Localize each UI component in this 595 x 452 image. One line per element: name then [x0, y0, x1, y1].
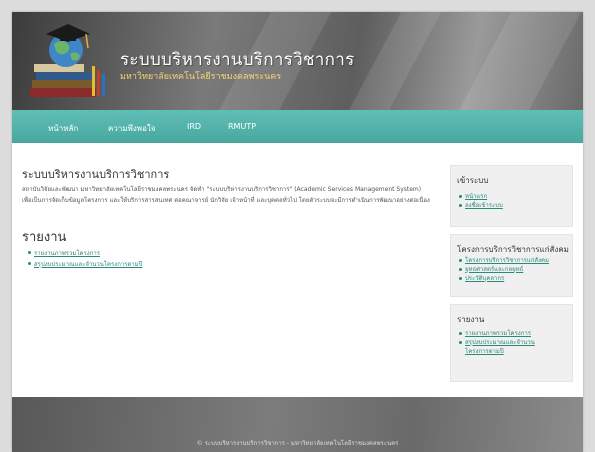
header-decoration	[447, 12, 583, 110]
sidebar-link-projects[interactable]: โครงการบริการวิชาการแก่สังคม	[465, 257, 549, 264]
main-navigation: หน้าหลัก ความพึงพอใจ IRD RMUTP	[12, 110, 583, 143]
site-subtitle: มหาวิทยาลัยเทคโนโลยีราชมงคลพระนคร	[120, 72, 282, 82]
list-item: ยุทธศาสตร์และกลยุทธ์	[459, 265, 549, 274]
list-item: สรุปงบประมาณและจำนวนโครงการตามปี	[28, 259, 142, 270]
nav-item-satisfaction[interactable]: ความพึงพอใจ	[108, 122, 155, 135]
budget-summary-link[interactable]: สรุปงบประมาณและจำนวนโครงการตามปี	[34, 261, 142, 268]
bullet-icon	[459, 332, 462, 335]
sidebar-box-title: เข้าระบบ	[457, 176, 489, 185]
sidebar-projects-box: โครงการบริการวิชาการแก่สังคม โครงการบริก…	[450, 234, 573, 297]
page-title: ระบบบริหารงานบริการวิชาการ	[22, 168, 170, 181]
page-container: ระบบบริหารงานบริการวิชาการ มหาวิทยาลัยเท…	[12, 12, 583, 452]
sidebar-reports-box: รายงาน รายงานภาพรวมโครงการ สรุปงบประมาณแ…	[450, 304, 573, 382]
sidebar-link-report-overview[interactable]: รายงานภาพรวมโครงการ	[465, 330, 531, 337]
bullet-icon	[459, 204, 462, 207]
bullet-icon	[459, 277, 462, 280]
sidebar-box-title: รายงาน	[457, 315, 485, 324]
list-item: ลงชื่อเข้าระบบ	[459, 201, 503, 210]
list-item: ประวัติบุคลากร	[459, 274, 549, 283]
list-item: รายงานภาพรวมโครงการ	[28, 248, 142, 259]
bullet-icon	[459, 195, 462, 198]
sidebar-link-login[interactable]: ลงชื่อเข้าระบบ	[465, 202, 503, 209]
nav-item-home[interactable]: หน้าหลัก	[48, 122, 78, 135]
bullet-icon	[459, 268, 462, 271]
site-footer: © ระบบบริหารงานบริการวิชาการ - มหาวิทยาล…	[12, 397, 583, 452]
sidebar-link-strategy[interactable]: ยุทธศาสตร์และกลยุทธ์	[465, 266, 523, 273]
report-link-list: รายงานภาพรวมโครงการ สรุปงบประมาณและจำนวน…	[28, 248, 142, 270]
footer-copyright: © ระบบบริหารงานบริการวิชาการ - มหาวิทยาล…	[196, 440, 399, 447]
sidebar-link-list: หน้าแรก ลงชื่อเข้าระบบ	[459, 192, 503, 210]
sidebar-link-list: รายงานภาพรวมโครงการ สรุปงบประมาณและจำนวน…	[459, 329, 535, 356]
bullet-icon	[459, 341, 462, 344]
sidebar-link-list: โครงการบริการวิชาการแก่สังคม ยุทธศาสตร์แ…	[459, 256, 549, 283]
list-item: โครงการบริการวิชาการแก่สังคม	[459, 256, 549, 265]
nav-item-rmutp[interactable]: RMUTP	[228, 122, 256, 131]
sidebar-link-budget-summary-cont[interactable]: โครงการตามปี	[465, 348, 504, 355]
sidebar-link-personnel[interactable]: ประวัติบุคลากร	[465, 275, 504, 282]
list-item: สรุปงบประมาณและจำนวน	[459, 338, 535, 347]
bullet-icon	[28, 262, 31, 265]
graduation-globe-logo	[30, 24, 105, 97]
list-item: รายงานภาพรวมโครงการ	[459, 329, 535, 338]
sidebar-login-box: เข้าระบบ หน้าแรก ลงชื่อเข้าระบบ	[450, 165, 573, 227]
site-header: ระบบบริหารงานบริการวิชาการ มหาวิทยาลัยเท…	[12, 12, 583, 110]
report-overview-link[interactable]: รายงานภาพรวมโครงการ	[34, 250, 100, 257]
page-description: สถาบันวิจัยและพัฒนา มหาวิทยาลัยเทคโนโลยี…	[22, 186, 430, 204]
bullet-icon	[459, 259, 462, 262]
list-item-continuation: โครงการตามปี	[465, 347, 535, 356]
bullet-icon	[28, 251, 31, 254]
report-heading: รายงาน	[22, 230, 67, 245]
sidebar-link-home[interactable]: หน้าแรก	[465, 193, 487, 200]
sidebar-box-title: โครงการบริการวิชาการแก่สังคม	[457, 245, 569, 254]
sidebar-link-budget-summary[interactable]: สรุปงบประมาณและจำนวน	[465, 339, 535, 346]
list-item: หน้าแรก	[459, 192, 503, 201]
nav-item-ird[interactable]: IRD	[187, 122, 201, 131]
